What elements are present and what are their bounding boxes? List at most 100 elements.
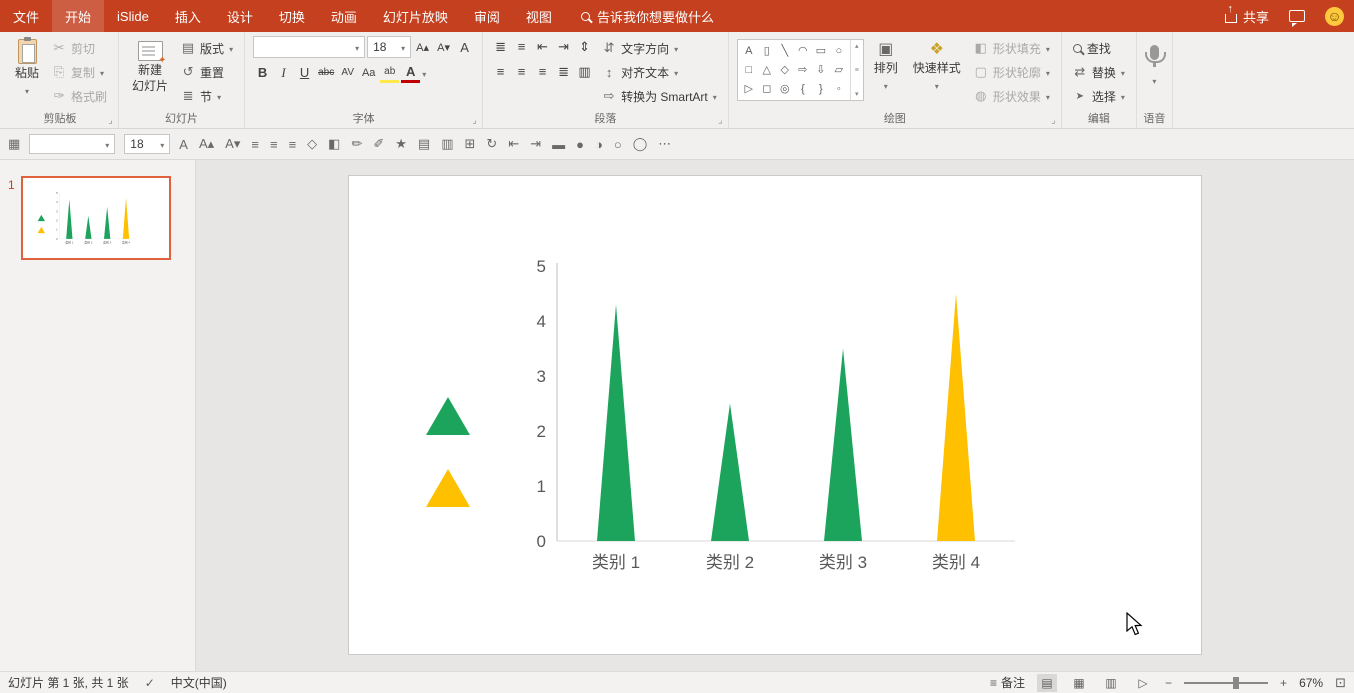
dialog-launcher-icon[interactable] (469, 115, 480, 126)
shape-option-icon[interactable]: { (794, 79, 812, 98)
tab-design[interactable]: 设计 (214, 0, 266, 32)
new-slide-button[interactable]: 新建 幻灯片 (127, 36, 173, 108)
align-text-button[interactable]: 对齐文本 (599, 60, 720, 84)
scroll-down-icon[interactable] (855, 90, 859, 98)
cone-chart[interactable]: 012345类别 1类别 2类别 3类别 4 (349, 176, 1203, 656)
slide-sorter-view-button[interactable] (1069, 674, 1089, 692)
highlight-color-button[interactable] (380, 62, 399, 83)
language-status[interactable]: 中文(中国) (171, 674, 227, 691)
zoom-slider-thumb[interactable] (1233, 677, 1239, 689)
cells-icon[interactable]: ▥ (441, 136, 453, 152)
numbering-button[interactable] (512, 36, 531, 57)
tab-review[interactable]: 审阅 (461, 0, 513, 32)
pencil-icon[interactable]: ✐ (373, 136, 384, 152)
strikethrough-button[interactable] (316, 62, 336, 83)
comments-icon[interactable] (1289, 10, 1305, 22)
align-right-button[interactable] (533, 61, 552, 82)
align-left-button[interactable] (491, 61, 510, 82)
shape-option-icon[interactable]: ⇨ (794, 60, 812, 79)
smiley-feedback-icon[interactable] (1325, 7, 1344, 26)
arrange-button[interactable]: 排列 (869, 36, 903, 108)
tell-me-search[interactable]: 告诉我你想要做什么 (569, 0, 726, 32)
circle-outline-icon[interactable]: ○ (614, 137, 622, 152)
slideshow-button[interactable] (1133, 674, 1153, 692)
shape-option-icon[interactable]: ◻ (758, 79, 776, 98)
shape-option-icon[interactable]: △ (758, 60, 776, 79)
zoom-percentage[interactable]: 67% (1299, 676, 1323, 690)
more-icon[interactable]: ⋯ (658, 136, 671, 152)
dictate-button[interactable] (1145, 36, 1164, 108)
copy-button[interactable]: 复制 (49, 60, 110, 84)
quick-font-name-select[interactable] (29, 134, 115, 154)
reading-view-button[interactable] (1101, 674, 1121, 692)
scroll-up-icon[interactable] (855, 42, 859, 50)
bold-button[interactable] (253, 62, 272, 83)
shape-option-icon[interactable]: ▷ (740, 79, 758, 98)
cut-button[interactable]: 剪切 (49, 36, 110, 60)
font-color-button[interactable] (401, 62, 420, 83)
justify-button[interactable] (554, 61, 573, 82)
tab-home[interactable]: 开始 (52, 0, 104, 32)
shape-option-icon[interactable]: ▯ (758, 41, 776, 60)
layout-button[interactable]: 版式 (178, 36, 236, 60)
gallery-scrollbar[interactable] (850, 40, 863, 100)
format-painter-button[interactable]: 格式刷 (49, 84, 110, 108)
slide-canvas[interactable]: 012345类别 1类别 2类别 3类别 4 (348, 175, 1202, 655)
fill-color-icon[interactable]: ◧ (328, 136, 340, 152)
increase-font-size-button[interactable] (413, 37, 432, 58)
align-center-button[interactable] (512, 61, 531, 82)
proofing-status-icon[interactable] (145, 676, 155, 690)
tab-file[interactable]: 文件 (0, 0, 52, 32)
normal-view-button[interactable] (1037, 674, 1057, 692)
dialog-launcher-icon[interactable] (715, 115, 726, 126)
grid-icon[interactable]: ⊞ (465, 136, 476, 152)
shape-edit-icon[interactable]: ◇ (307, 136, 317, 152)
shape-option-icon[interactable]: ▭ (812, 41, 830, 60)
tab-slideshow[interactable]: 幻灯片放映 (370, 0, 461, 32)
find-button[interactable]: 查找 (1070, 36, 1128, 60)
circle-filled-icon[interactable]: ● (576, 137, 584, 152)
slide-thumbnail[interactable]: 012345类别 1类别 2类别 3类别 4 (21, 176, 171, 260)
shape-option-icon[interactable]: ╲ (776, 41, 794, 60)
increase-font-icon[interactable]: A▴ (199, 136, 214, 152)
zoom-slider[interactable] (1184, 676, 1268, 690)
decrease-font-size-button[interactable] (434, 37, 453, 58)
align-center-icon[interactable]: ≡ (270, 137, 278, 152)
select-button[interactable]: 选择 (1070, 84, 1128, 108)
pen-icon[interactable]: ✏ (351, 136, 362, 152)
font-name-select[interactable] (253, 36, 365, 58)
text-direction-button[interactable]: 文字方向 (599, 36, 720, 60)
ellipse-icon[interactable]: ◯ (633, 136, 648, 152)
decrease-indent-button[interactable] (533, 36, 552, 57)
align-right-icon[interactable]: ≡ (289, 137, 297, 152)
shape-option-icon[interactable]: □ (740, 60, 758, 79)
bullets-button[interactable] (491, 36, 510, 57)
character-spacing-button[interactable] (338, 62, 357, 83)
reset-button[interactable]: 重置 (178, 60, 236, 84)
shape-effects-button[interactable]: 形状效果 (971, 84, 1053, 108)
line-spacing-button[interactable] (575, 36, 594, 57)
notes-toggle[interactable]: 备注 (990, 674, 1025, 691)
decrease-font-icon[interactable]: A▾ (225, 136, 240, 152)
align-left-icon[interactable]: ≡ (251, 137, 259, 152)
font-color-icon[interactable]: A (179, 137, 188, 152)
shape-fill-button[interactable]: 形状填充 (971, 36, 1053, 60)
shape-outline-button[interactable]: 形状轮廓 (971, 60, 1053, 84)
shape-option-icon[interactable]: ○ (830, 41, 848, 60)
columns-button[interactable] (575, 61, 594, 82)
placeholder-icon[interactable] (8, 136, 20, 152)
quick-font-size-select[interactable]: 18 (124, 134, 170, 154)
quick-styles-button[interactable]: 快速样式 (908, 36, 966, 108)
increase-indent-button[interactable] (554, 36, 573, 57)
distribute-icon[interactable]: ▬ (552, 137, 565, 152)
tab-view[interactable]: 视图 (513, 0, 565, 32)
zoom-in-button[interactable] (1280, 676, 1287, 690)
star-effect-icon[interactable]: ★ (395, 136, 407, 152)
change-case-button[interactable] (359, 62, 378, 83)
dialog-launcher-icon[interactable] (1048, 115, 1059, 126)
shape-option-icon[interactable]: ◠ (794, 41, 812, 60)
italic-button[interactable] (274, 62, 293, 83)
tab-islide[interactable]: iSlide (104, 0, 162, 32)
share-button[interactable]: 共享 (1225, 7, 1269, 26)
section-button[interactable]: 节 (178, 84, 236, 108)
